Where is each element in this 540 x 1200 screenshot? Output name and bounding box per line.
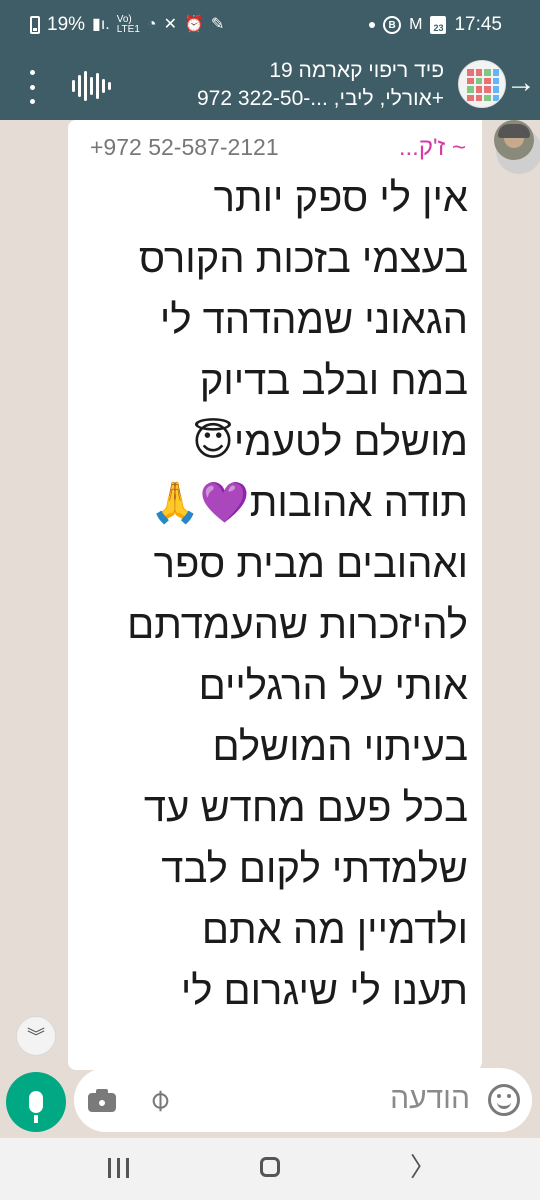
message-line: ואהובים מבית ספר (153, 542, 468, 586)
more-options-icon[interactable] (20, 70, 44, 104)
back-icon[interactable]: 〉 (410, 1154, 436, 1180)
message-line: תענו לי שיגרום לי (180, 969, 468, 1013)
calendar-icon: 23 (430, 16, 447, 34)
chat-header: פיד ריפוי קארמה 19 אורלי, ליבי, ...-322-… (0, 54, 540, 120)
message-line: ולדמיין מה אתם (201, 908, 468, 952)
chat-area: +972 52-587-2121 ~ ז'ק... אין לי ספק יות… (0, 120, 540, 1070)
sender-avatar[interactable] (494, 120, 534, 160)
camera-icon[interactable] (88, 1088, 116, 1112)
volte-icon: Vo) LTE1 (116, 14, 140, 35)
message-line: תודה אהובות💜🙏 (150, 481, 468, 525)
sender-phone: +972 52-587-2121 (90, 134, 279, 160)
message-line: אותי על הרגליים (198, 664, 468, 708)
status-bar: 19% ▮ı. Vo) LTE1 ◔ ✕ ⏰ ✎ B M 23 17:45 (0, 0, 540, 54)
message-line: אין לי ספק יותר (213, 176, 468, 220)
message-line: שלמדתי לקום לבד (161, 847, 468, 891)
message-bubble[interactable]: +972 52-587-2121 ~ ז'ק... אין לי ספק יות… (68, 120, 482, 1070)
message-line: להיזכרות שהעמדתם (127, 603, 468, 647)
message-line: במח ובלב בדיוק (199, 359, 468, 403)
sender-name[interactable]: ~ ז'ק... (399, 134, 466, 162)
gmail-icon: M (409, 16, 423, 33)
scroll-to-bottom-button[interactable]: ︾ (16, 1016, 56, 1056)
message-line: הגאוני שמהדהד לי (159, 298, 468, 342)
battery-icon (30, 16, 40, 34)
mute-icon: ✕ (163, 16, 177, 33)
signal-icon: ▮ı. (92, 16, 110, 33)
alarm-icon: ⏰ (183, 16, 204, 33)
recent-apps-icon[interactable] (108, 1158, 129, 1178)
b-badge-icon: B (383, 16, 402, 34)
message-text: אין לי ספק יותר בעצמי בזכות הקורס הגאוני… (76, 168, 468, 1022)
emoji-icon[interactable] (488, 1084, 520, 1116)
home-icon[interactable] (260, 1157, 280, 1177)
message-line: בעצמי בזכות הקורס (138, 237, 468, 281)
status-right: B M 23 17:45 (369, 14, 502, 36)
system-nav-bar: 〉 (0, 1138, 540, 1200)
wifi-icon: ◔ (146, 16, 157, 33)
message-input[interactable]: ⌀ הודעה (74, 1068, 532, 1132)
back-arrow-icon[interactable]: → (506, 68, 536, 98)
group-title[interactable]: פיד ריפוי קארמה 19 (269, 59, 444, 83)
network-label: LTE1 (116, 24, 140, 35)
status-left: 19% ▮ı. Vo) LTE1 ◔ ✕ ⏰ ✎ (30, 14, 224, 36)
group-avatar[interactable] (458, 60, 506, 108)
attach-icon[interactable]: ⌀ (140, 1081, 178, 1119)
message-placeholder: הודעה (390, 1082, 470, 1115)
voice-chat-icon[interactable] (72, 68, 111, 104)
message-line: בעיתוי המושלם (212, 725, 468, 769)
dot-icon (369, 22, 376, 28)
battery-level: 19% (47, 14, 86, 35)
group-members[interactable]: אורלי, ליבי, ...-322-50 972+ (197, 87, 444, 111)
edit-icon: ✎ (210, 16, 225, 33)
message-line: בכל פעם מחדש עד (143, 786, 468, 830)
message-line: מושלם לטעמי😇 (192, 420, 468, 464)
microphone-icon (29, 1091, 43, 1123)
clock: 17:45 (454, 14, 502, 35)
microphone-button[interactable] (6, 1072, 66, 1132)
